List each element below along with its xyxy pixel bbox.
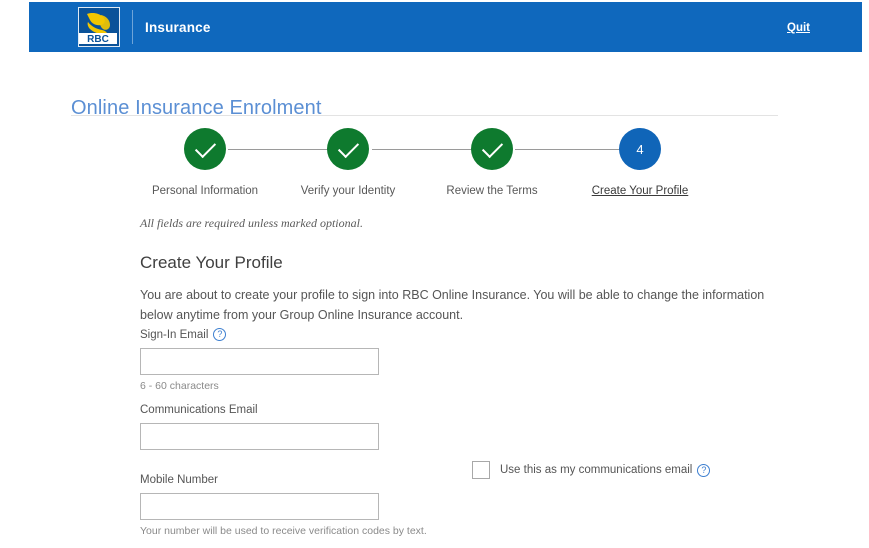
communications-email-label-row: Communications Email bbox=[140, 404, 780, 416]
section-description: You are about to create your profile to … bbox=[140, 288, 765, 322]
step-label: Review the Terms bbox=[446, 185, 538, 197]
field-mobile-number: Mobile Number Your number will be used t… bbox=[140, 474, 780, 537]
page-title: Online Insurance Enrolment bbox=[71, 97, 322, 120]
check-icon bbox=[194, 136, 216, 158]
step-circle-complete bbox=[471, 128, 513, 170]
brand-name: Insurance bbox=[145, 19, 211, 35]
field-signin-email: Sign-In Email ? 6 - 60 characters bbox=[140, 328, 780, 392]
step-circle-current: 4 bbox=[619, 128, 661, 170]
svg-text:RBC: RBC bbox=[87, 34, 109, 44]
step-create-your-profile[interactable]: 4 Create Your Profile bbox=[580, 128, 700, 197]
use-as-communications-email-checkbox[interactable] bbox=[472, 461, 490, 479]
field-communications-email: Communications Email bbox=[140, 404, 780, 450]
mobile-number-label: Mobile Number bbox=[140, 474, 218, 486]
check-icon bbox=[337, 136, 359, 158]
brand-divider bbox=[132, 10, 133, 44]
help-question-mark-icon[interactable]: ? bbox=[697, 463, 711, 477]
check-icon bbox=[481, 136, 503, 158]
required-fields-note: All fields are required unless marked op… bbox=[140, 216, 363, 230]
mobile-number-helper: Your number will be used to receive veri… bbox=[140, 525, 427, 537]
checkbox-label-row: Use this as my communications email ? bbox=[500, 463, 711, 477]
step-label[interactable]: Create Your Profile bbox=[580, 185, 700, 197]
signin-email-helper: 6 - 60 characters bbox=[140, 380, 219, 392]
signin-email-label: Sign-In Email bbox=[140, 328, 209, 341]
step-review-the-terms[interactable]: Review the Terms bbox=[432, 128, 552, 197]
section-title: Create Your Profile bbox=[140, 253, 283, 272]
communications-email-input[interactable] bbox=[140, 423, 379, 450]
mobile-number-input[interactable] bbox=[140, 493, 379, 520]
step-personal-information[interactable]: Personal Information bbox=[145, 128, 265, 197]
signin-email-input[interactable] bbox=[140, 348, 379, 375]
form-content: All fields are required unless marked op… bbox=[140, 216, 780, 537]
brand: RBC Insurance bbox=[78, 2, 211, 52]
communications-email-checkbox-row: Use this as my communications email ? bbox=[472, 461, 711, 479]
step-number: 4 bbox=[636, 141, 644, 157]
title-divider bbox=[71, 115, 778, 116]
checkbox-label: Use this as my communications email bbox=[500, 464, 693, 476]
step-circle-complete bbox=[184, 128, 226, 170]
quit-link[interactable]: Quit bbox=[787, 22, 810, 34]
page-root: RBC Insurance Quit Online Insurance Enro… bbox=[0, 0, 869, 548]
communications-email-label: Communications Email bbox=[140, 404, 258, 416]
step-label: Verify your Identity bbox=[300, 185, 396, 197]
rbc-shield-logo-icon: RBC bbox=[78, 7, 120, 47]
help-question-mark-icon[interactable]: ? bbox=[213, 328, 227, 341]
form-fields: Sign-In Email ? 6 - 60 characters Commun… bbox=[140, 328, 780, 548]
progress-stepper: Personal Information Verify your Identit… bbox=[140, 128, 740, 198]
app-header: RBC Insurance Quit bbox=[29, 2, 862, 52]
signin-email-label-row: Sign-In Email ? bbox=[140, 328, 780, 341]
step-label: Personal Information bbox=[151, 185, 259, 197]
step-verify-your-identity[interactable]: Verify your Identity bbox=[288, 128, 408, 197]
step-circle-complete bbox=[327, 128, 369, 170]
